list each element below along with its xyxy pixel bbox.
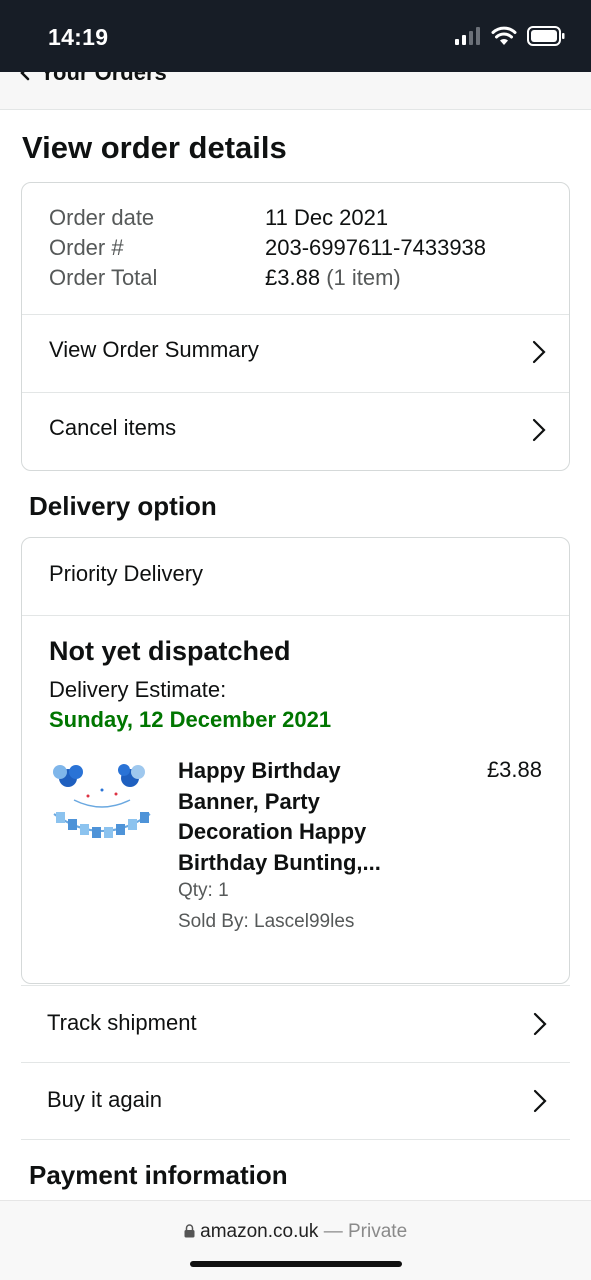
product-image[interactable] [46,756,158,856]
product-seller: Sold By: Lascel99les [178,911,355,932]
view-order-summary-label: View Order Summary [49,337,259,362]
cancel-items-label: Cancel items [49,415,177,440]
buy-it-again-row[interactable]: Buy it again [21,1062,570,1139]
url-domain: amazon.co.uk [200,1221,319,1242]
private-label: — Private [323,1221,408,1242]
status-bar: 14:19 [0,0,591,72]
wifi-icon [491,26,517,45]
order-date-label: Order date [49,205,155,230]
delivery-section-title: Delivery option [29,491,217,521]
delivery-estimate-date: Sunday, 12 December 2021 [49,707,332,732]
dispatch-status: Not yet dispatched [49,636,291,666]
order-date-value: 11 Dec 2021 [265,205,389,230]
lock-icon [184,1224,195,1238]
product-qty: Qty: 1 [178,880,229,901]
order-total-label: Order Total [49,265,158,290]
order-number-label: Order # [49,235,124,260]
product-price: £3.88 [486,757,542,782]
delivery-option-label: Priority Delivery [49,561,204,586]
back-chevron-icon [20,72,30,81]
track-shipment-label: Track shipment [47,1010,197,1035]
delivery-card: Priority Delivery Not yet dispatched Del… [21,537,570,984]
buy-it-again-label: Buy it again [47,1087,162,1112]
payment-section-title: Payment information [29,1160,288,1190]
page-title: View order details [22,130,287,165]
battery-icon [527,26,565,46]
track-shipment-row[interactable]: Track shipment [21,985,570,1062]
home-indicator[interactable] [190,1261,402,1267]
divider [21,1139,570,1140]
order-total-amount: £3.88 [265,265,321,290]
browser-address-bar[interactable]: amazon.co.uk — Private [0,1200,591,1280]
view-order-summary-row[interactable]: View Order Summary [22,315,569,392]
status-time: 14:19 [48,24,109,50]
back-to-orders-link[interactable]: Your Orders [20,72,167,86]
url-display[interactable]: amazon.co.uk — Private [0,1221,591,1243]
back-label: Your Orders [40,72,167,85]
product-title-link[interactable]: Happy Birthday Banner, Party Decoration … [178,756,418,878]
chevron-right-icon [532,340,546,364]
delivery-estimate-label: Delivery Estimate: [49,677,227,702]
signal-icon [455,27,480,45]
divider [22,615,569,616]
order-total-value: £3.88 (1 item) [265,265,401,291]
nav-strip: Your Orders [0,72,591,110]
order-number-value: 203-6997611-7433938 [265,235,487,260]
chevron-right-icon [533,1012,547,1036]
order-total-items: (1 item) [326,265,401,290]
order-info-card: Order date 11 Dec 2021 Order # 203-69976… [21,182,570,471]
status-icons [455,26,565,46]
chevron-right-icon [533,1089,547,1113]
cancel-items-row[interactable]: Cancel items [22,393,569,470]
chevron-right-icon [532,418,546,442]
